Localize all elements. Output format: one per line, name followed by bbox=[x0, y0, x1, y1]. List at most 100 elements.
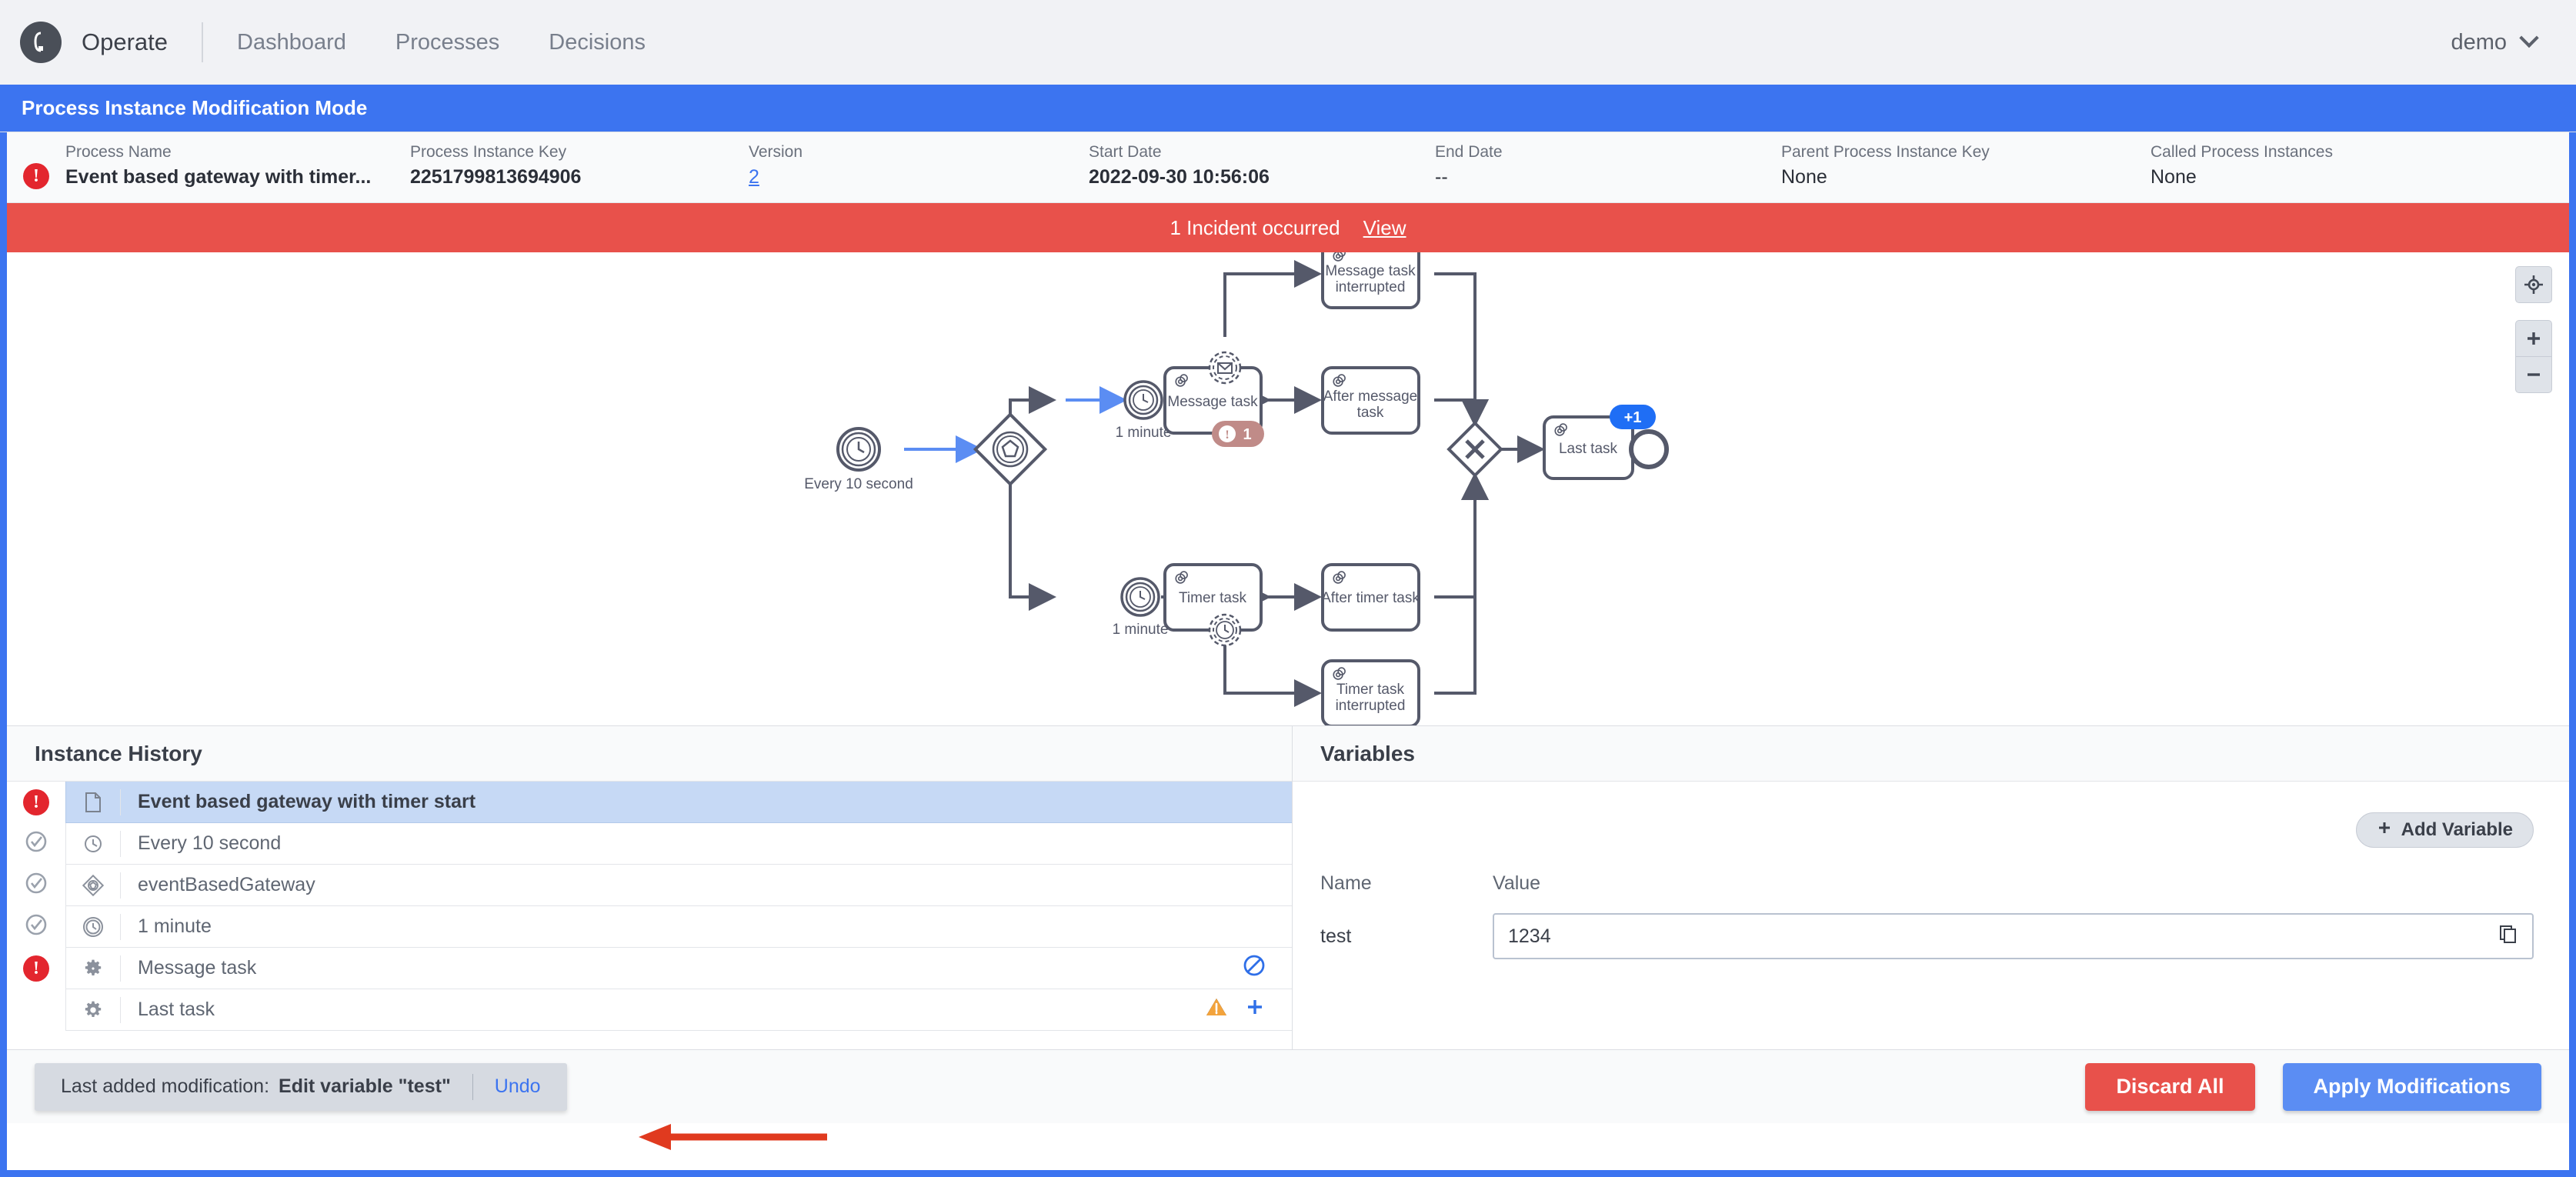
instance-state-icon: ! bbox=[7, 143, 65, 189]
row-separator bbox=[120, 789, 121, 815]
variables-column-value: Value bbox=[1493, 872, 1541, 894]
discard-all-button[interactable]: Discard All bbox=[2085, 1062, 2255, 1111]
bpmn-diagram-canvas[interactable]: Every 10 second 1 minute Message task ! … bbox=[7, 252, 2569, 726]
meta-value: 2251799813694906 bbox=[410, 166, 582, 188]
toast-prefix: Last added modification: bbox=[61, 1075, 270, 1097]
history-row-label: Every 10 second bbox=[138, 832, 282, 854]
add-token-icon[interactable] bbox=[1244, 996, 1266, 1023]
bpmn-node-after-message-task: After message task bbox=[1321, 366, 1420, 435]
row-state bbox=[7, 829, 65, 859]
instance-history-title: Instance History bbox=[7, 726, 1292, 782]
bpmn-node-timer-task: Timer task bbox=[1163, 563, 1263, 632]
variables-column-name: Name bbox=[1320, 872, 1372, 894]
incident-view-link[interactable]: View bbox=[1363, 216, 1406, 240]
svg-text:Message task: Message task bbox=[1325, 263, 1416, 279]
nav-link-dashboard[interactable]: Dashboard bbox=[237, 30, 346, 55]
history-row-last-task[interactable]: Last task bbox=[7, 989, 1292, 1031]
history-row-label: eventBasedGateway bbox=[138, 874, 315, 895]
bpmn-diagram-svg: Every 10 second 1 minute Message task ! … bbox=[804, 252, 1669, 725]
bpmn-node-exclusive-gateway bbox=[1446, 421, 1503, 478]
history-row-event-based-gateway[interactable]: eventBasedGateway bbox=[7, 865, 1292, 906]
meta-start-date: Start Date 2022-09-30 10:56:06 bbox=[1089, 143, 1435, 188]
camunda-logo-icon bbox=[20, 22, 62, 63]
svg-text:!: ! bbox=[1225, 428, 1229, 442]
footer-actions: Discard All Apply Modifications bbox=[2085, 1062, 2541, 1111]
svg-text:interrupted: interrupted bbox=[1336, 279, 1406, 295]
variables-panel: Variables Add Variable Name Value test 1… bbox=[1293, 726, 2569, 1049]
history-row-every-10-second[interactable]: Every 10 second bbox=[7, 823, 1292, 865]
row-actions bbox=[1243, 954, 1292, 982]
incident-error-icon: ! bbox=[23, 955, 49, 982]
completed-check-icon bbox=[24, 829, 48, 859]
meta-version: Version 2 bbox=[749, 143, 1089, 188]
zoom-in-button[interactable] bbox=[2515, 320, 2552, 357]
history-row-1-minute[interactable]: 1 minute bbox=[7, 906, 1292, 948]
instance-history-panel: Instance History ! Event based gateway w… bbox=[7, 726, 1293, 1049]
bpmn-node-timer-intermediate-bottom bbox=[1120, 577, 1160, 617]
cancel-token-icon[interactable] bbox=[1243, 954, 1266, 982]
row-state bbox=[7, 912, 65, 942]
incident-error-icon: ! bbox=[23, 789, 49, 815]
meta-process-instance-key: Process Instance Key 2251799813694906 bbox=[410, 143, 749, 188]
row-separator bbox=[120, 830, 121, 857]
nav-link-processes[interactable]: Processes bbox=[395, 30, 499, 55]
nav-link-decisions[interactable]: Decisions bbox=[549, 30, 646, 55]
timer-task-label: Timer task bbox=[1179, 590, 1246, 606]
completed-check-icon bbox=[24, 871, 48, 901]
meta-value: Event based gateway with timer... bbox=[65, 166, 372, 188]
incident-banner: 1 Incident occurred View bbox=[7, 203, 2569, 252]
history-row-label: Message task bbox=[138, 957, 257, 979]
svg-text:interrupted: interrupted bbox=[1336, 698, 1406, 714]
diagram-zoom-controls bbox=[2515, 266, 2552, 393]
completed-check-icon bbox=[24, 912, 48, 942]
add-variable-button[interactable]: Add Variable bbox=[2355, 812, 2534, 848]
meta-value: None bbox=[2151, 166, 2197, 188]
modification-mode-banner: Process Instance Modification Mode bbox=[0, 85, 2576, 132]
variables-title: Variables bbox=[1293, 726, 2569, 782]
apply-modifications-button[interactable]: Apply Modifications bbox=[2282, 1062, 2541, 1111]
top-navigation-bar: Operate Dashboard Processes Decisions de… bbox=[0, 0, 2576, 85]
user-menu-label: demo bbox=[2451, 29, 2507, 55]
add-variable-label: Add Variable bbox=[2401, 819, 2513, 840]
message-task-label: Message task bbox=[1167, 394, 1258, 410]
variable-name: test bbox=[1320, 925, 1352, 947]
incident-count-badge: ! 1 bbox=[1212, 421, 1264, 447]
copy-icon[interactable] bbox=[2498, 924, 2518, 949]
nav-links: Dashboard Processes Decisions bbox=[237, 30, 646, 55]
meta-value: -- bbox=[1435, 166, 1448, 188]
plus-icon bbox=[2377, 819, 2392, 841]
timer-event-icon bbox=[80, 834, 106, 854]
undo-button[interactable]: Undo bbox=[495, 1075, 541, 1098]
bottom-panels: Instance History ! Event based gateway w… bbox=[7, 726, 2569, 1049]
brand[interactable]: Operate bbox=[20, 22, 168, 63]
bpmn-node-message-task-interrupted: Message task interrupted bbox=[1321, 252, 1420, 309]
meta-value: 2022-09-30 10:56:06 bbox=[1089, 166, 1270, 188]
history-row-process[interactable]: ! Event based gateway with timer start bbox=[7, 782, 1292, 823]
toast-modification: Edit variable "test" bbox=[279, 1075, 451, 1097]
bpmn-node-timer-intermediate-top bbox=[1123, 380, 1163, 420]
toast-separator bbox=[472, 1073, 473, 1100]
reset-zoom-icon[interactable] bbox=[2515, 266, 2552, 303]
meta-process-name: Process Name Event based gateway with ti… bbox=[65, 143, 410, 188]
row-separator bbox=[120, 872, 121, 899]
added-token-badge: +1 bbox=[1610, 405, 1656, 429]
incident-error-icon: ! bbox=[23, 163, 49, 189]
row-separator bbox=[120, 913, 121, 940]
version-link[interactable]: 2 bbox=[749, 166, 1089, 188]
last-modification-toast: Last added modification: Edit variable "… bbox=[35, 1062, 567, 1111]
bpmn-node-after-timer-task: After timer task bbox=[1321, 563, 1420, 632]
meta-label: Called Process Instances bbox=[2151, 143, 2333, 161]
meta-label: Version bbox=[749, 143, 803, 161]
svg-text:task: task bbox=[1357, 405, 1384, 421]
meta-label: Process Name bbox=[65, 143, 172, 161]
nav-divider bbox=[202, 22, 204, 62]
meta-called-process-instances: Called Process Instances None bbox=[2151, 143, 2333, 188]
history-row-message-task[interactable]: ! Message task bbox=[7, 948, 1292, 989]
variable-value-input[interactable]: 1234 bbox=[1493, 913, 2534, 959]
user-menu[interactable]: demo bbox=[2451, 28, 2539, 55]
event-based-gateway-icon bbox=[80, 874, 106, 896]
added-token-badge-label: +1 bbox=[1624, 409, 1642, 426]
row-separator bbox=[120, 996, 121, 1023]
warning-icon[interactable] bbox=[1206, 997, 1227, 1022]
zoom-out-button[interactable] bbox=[2515, 356, 2552, 393]
